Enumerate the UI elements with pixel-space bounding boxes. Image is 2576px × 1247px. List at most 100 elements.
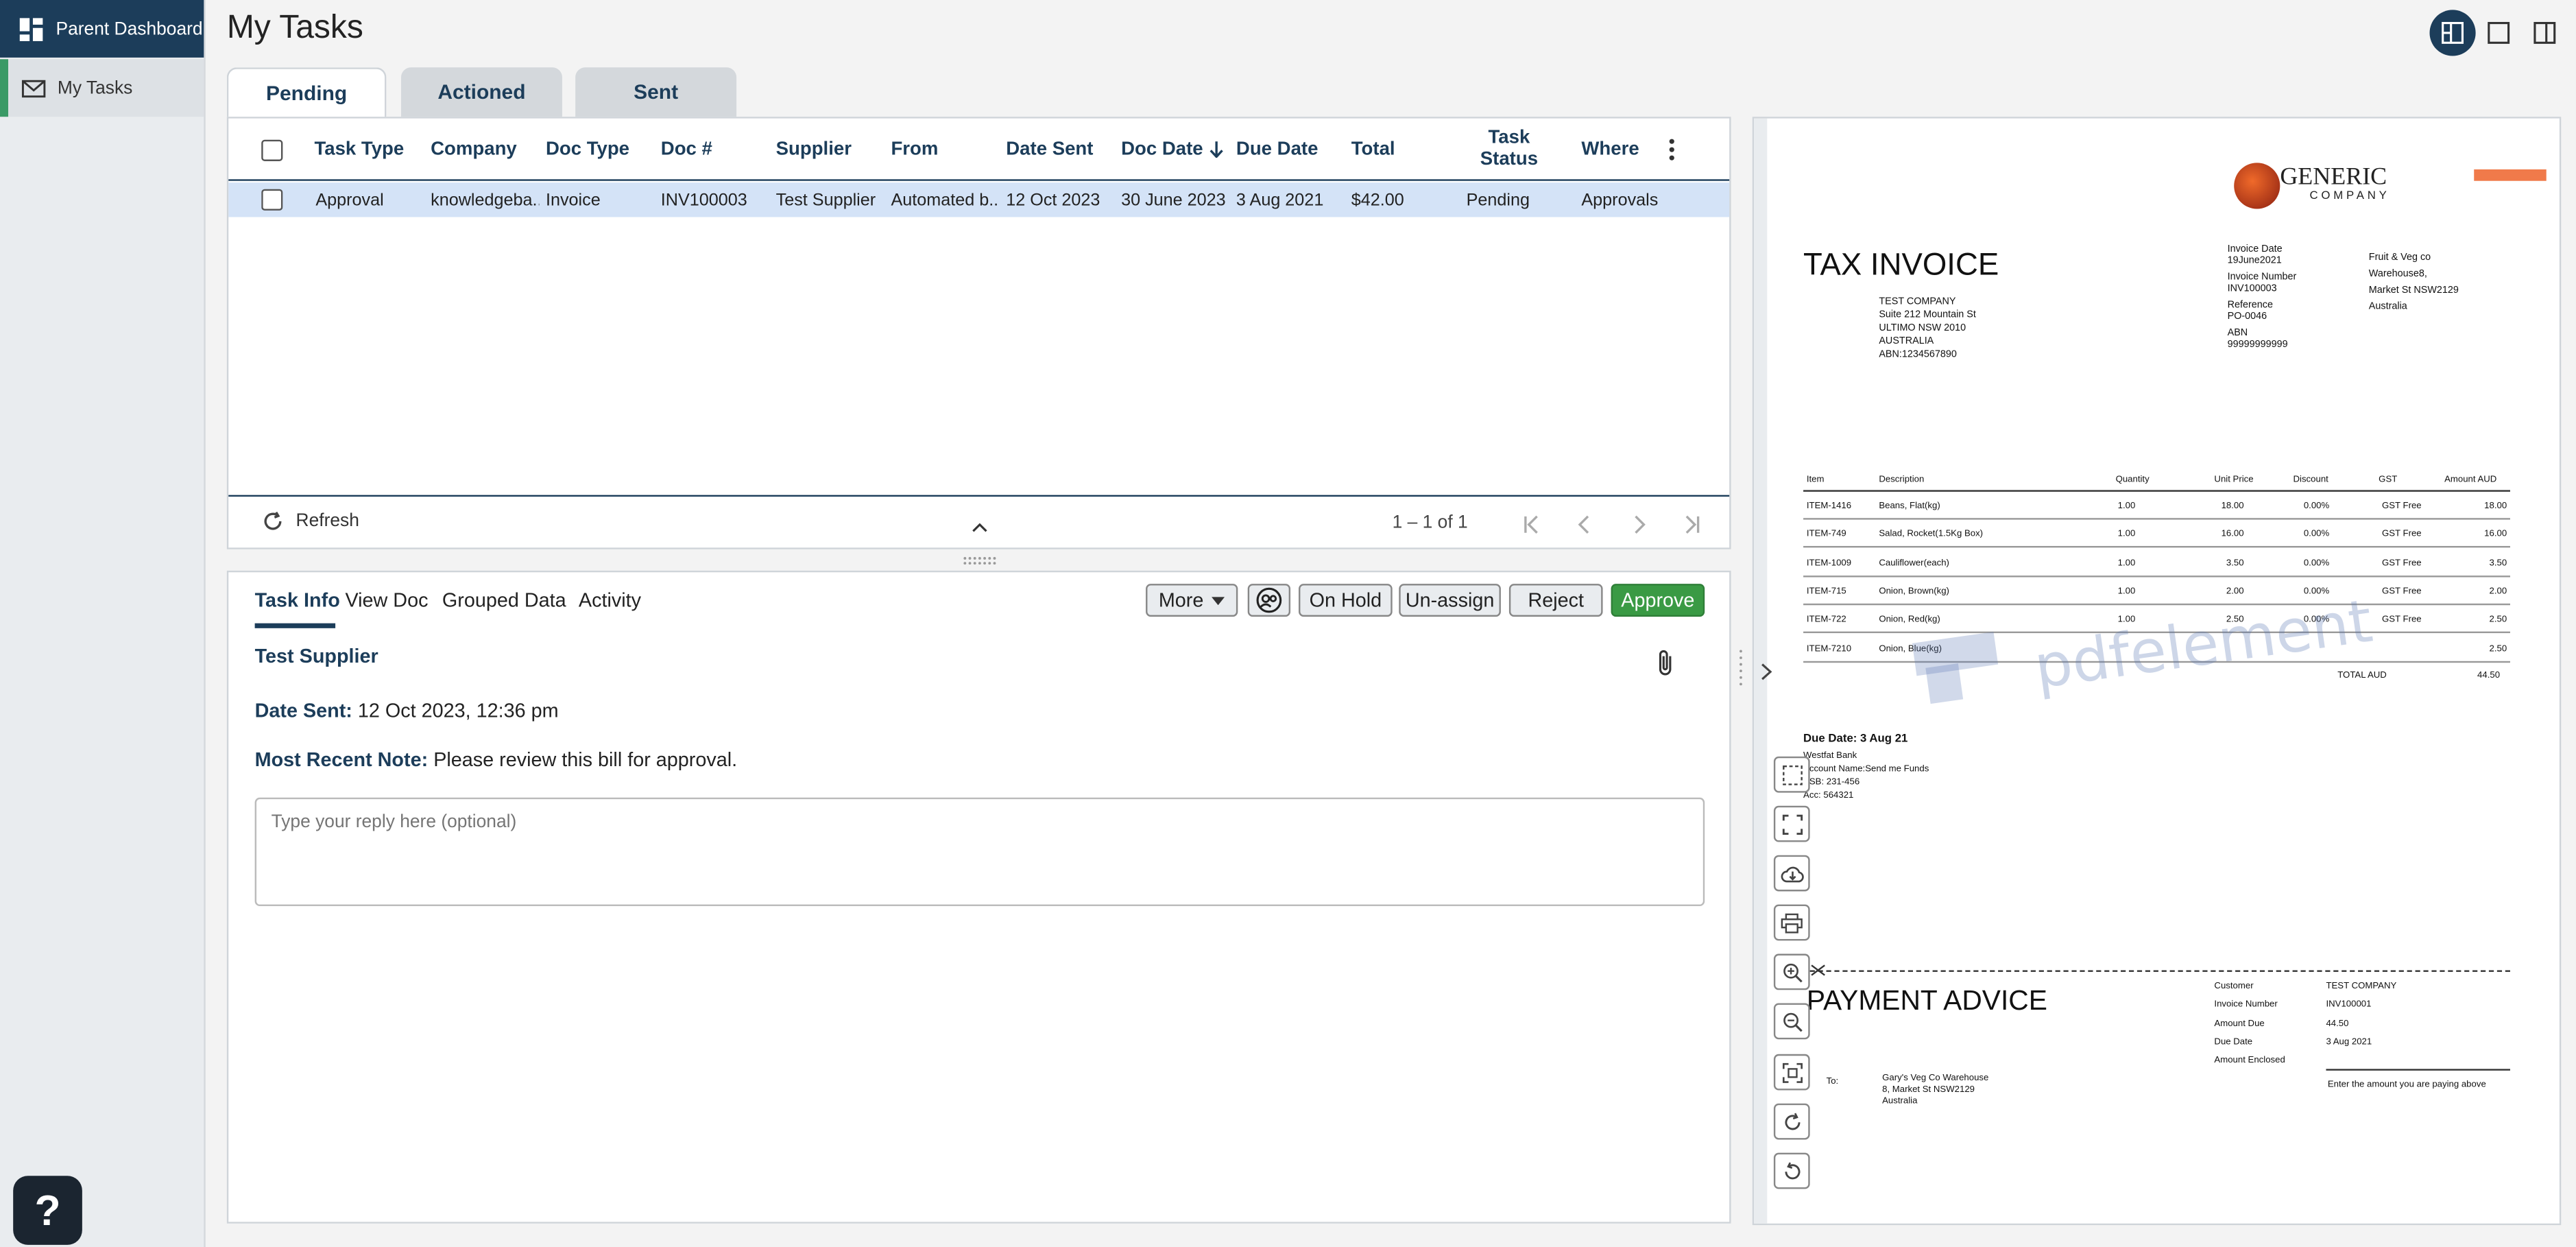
col-header-from[interactable]: From bbox=[891, 119, 938, 181]
invoice-line-amt: 16.00 bbox=[2484, 530, 2507, 541]
single-view-button[interactable] bbox=[2476, 10, 2522, 56]
last-page-button[interactable] bbox=[1678, 512, 1705, 538]
invoice-line-qty: 1.00 bbox=[2117, 530, 2136, 541]
table-row[interactable]: Approval knowledgeba... Invoice INV10000… bbox=[228, 182, 1730, 217]
invoice-number: INV100003 bbox=[2227, 284, 2277, 295]
cell-task-type: Approval bbox=[315, 189, 384, 210]
cell-doc-type: Invoice bbox=[545, 189, 601, 210]
select-all-checkbox[interactable] bbox=[261, 119, 283, 181]
prev-page-button[interactable] bbox=[1572, 512, 1598, 538]
invoice-line-item: ITEM-1009 bbox=[1806, 558, 1852, 569]
invoice-line-gst: GST Free bbox=[2381, 615, 2422, 626]
refresh-icon bbox=[264, 511, 282, 530]
col-header-total[interactable]: Total bbox=[1351, 119, 1395, 181]
advice-value: INV100001 bbox=[2326, 1000, 2372, 1010]
next-page-button[interactable] bbox=[1626, 512, 1652, 538]
tab-actioned[interactable]: Actioned bbox=[400, 67, 562, 117]
recent-note-label: Most Recent Note: bbox=[254, 748, 429, 772]
fullscreen-button[interactable] bbox=[1773, 805, 1810, 842]
invoice-line-item: ITEM-715 bbox=[1806, 586, 1846, 597]
attachment-icon[interactable] bbox=[1655, 648, 1675, 678]
more-button[interactable]: More bbox=[1146, 584, 1238, 617]
col-header-task-type[interactable]: Task Type bbox=[314, 119, 405, 181]
invoice-meta-block: Invoice Date 19June2021 Invoice Number I… bbox=[2228, 245, 2297, 352]
date-sent-line: Date Sent: 12 Oct 2023, 12:36 pm bbox=[255, 699, 559, 722]
assign-user-button[interactable] bbox=[1247, 584, 1291, 617]
col-header-doc-date[interactable]: Doc Date bbox=[1121, 119, 1223, 181]
on-hold-button[interactable]: On Hold bbox=[1299, 584, 1393, 617]
col-header-supplier[interactable]: Supplier bbox=[776, 119, 852, 181]
cell-total: $42.00 bbox=[1351, 189, 1404, 210]
col-header-due-date[interactable]: Due Date bbox=[1236, 119, 1319, 181]
document-viewer: GENERIC COMPANY TAX INVOICE TEST COMPANY… bbox=[1740, 117, 2562, 1226]
tab-grouped-data[interactable]: Grouped Data bbox=[442, 589, 566, 612]
zoom-in-button[interactable] bbox=[1773, 953, 1810, 990]
sidebar-item-parent-dashboard[interactable]: Parent Dashboard bbox=[0, 0, 204, 58]
bill-to-line: TEST COMPANY bbox=[1879, 297, 1956, 308]
help-button[interactable]: ? bbox=[13, 1176, 82, 1245]
chevron-right-icon[interactable] bbox=[1761, 663, 1772, 680]
print-button[interactable] bbox=[1773, 904, 1810, 941]
advice-label: Due Date bbox=[2214, 1037, 2253, 1047]
tab-pending[interactable]: Pending bbox=[226, 67, 387, 119]
invoice-page: GENERIC COMPANY TAX INVOICE TEST COMPANY… bbox=[1787, 135, 2553, 1187]
drag-handle-icon[interactable] bbox=[962, 556, 998, 565]
unassign-button[interactable]: Un-assign bbox=[1399, 584, 1501, 617]
first-page-button[interactable] bbox=[1519, 512, 1545, 538]
zoom-out-button[interactable] bbox=[1773, 1003, 1810, 1040]
cell-status: Pending bbox=[1466, 189, 1530, 210]
chevron-up-icon[interactable] bbox=[972, 523, 988, 532]
print-icon bbox=[1781, 912, 1803, 933]
invoice-line-gst: GST Free bbox=[2381, 586, 2422, 597]
invoice-line-desc: Cauliflower(each) bbox=[1879, 558, 1949, 569]
advice-label: Customer bbox=[2214, 982, 2254, 992]
last-page-icon bbox=[1685, 515, 1700, 534]
refresh-button[interactable]: Refresh bbox=[261, 510, 359, 533]
advice-value: 3 Aug 2021 bbox=[2326, 1037, 2372, 1047]
cell-doc-num: INV100003 bbox=[660, 189, 747, 210]
column-view-button[interactable] bbox=[2522, 10, 2568, 56]
amount-enclosed-line bbox=[2326, 1069, 2510, 1071]
col-header-where[interactable]: Where bbox=[1581, 119, 1639, 181]
col-header-company[interactable]: Company bbox=[431, 119, 517, 181]
reject-button[interactable]: Reject bbox=[1508, 584, 1603, 617]
invoice-line-disc: 0.00% bbox=[2303, 501, 2330, 512]
rotate-clockwise-icon bbox=[1784, 1112, 1800, 1130]
col-header-doc-type[interactable]: Doc Type bbox=[546, 119, 629, 181]
grid-header: Task Type Company Doc Type Doc # Supplie… bbox=[228, 119, 1730, 181]
recent-note-value: Please review this bill for approval. bbox=[433, 748, 738, 772]
invoice-line-qty: 1.00 bbox=[2117, 586, 2136, 597]
tab-sent[interactable]: Sent bbox=[575, 67, 737, 117]
tab-activity[interactable]: Activity bbox=[579, 589, 641, 612]
col-header-doc-num[interactable]: Doc # bbox=[661, 119, 712, 181]
col-header-task-status[interactable]: Task Status bbox=[1461, 119, 1556, 181]
column-menu-button[interactable] bbox=[1668, 119, 1688, 181]
col-header-date-sent[interactable]: Date Sent bbox=[1006, 119, 1093, 181]
rotate-clockwise-button[interactable] bbox=[1773, 1103, 1810, 1140]
invoice-line-price: 18.00 bbox=[2221, 501, 2244, 512]
rotate-counterclockwise-button[interactable] bbox=[1773, 1152, 1810, 1189]
invoice-line-item: ITEM-722 bbox=[1806, 615, 1846, 626]
line-items-header: Item Description Quantity Unit Price Dis… bbox=[1803, 472, 2510, 492]
advice-value: 44.50 bbox=[2326, 1019, 2349, 1029]
fit-page-button[interactable] bbox=[1773, 1054, 1810, 1091]
panel-resize-handle-icon[interactable] bbox=[1737, 648, 1744, 691]
invoice-line-item: ITEM-749 bbox=[1806, 530, 1846, 541]
mail-icon bbox=[21, 79, 46, 97]
download-button[interactable] bbox=[1773, 855, 1810, 892]
tab-view-doc[interactable]: View Doc bbox=[345, 589, 428, 612]
sidebar-item-my-tasks[interactable]: My Tasks bbox=[0, 59, 204, 117]
approve-button[interactable]: Approve bbox=[1611, 584, 1705, 617]
select-tool-button[interactable] bbox=[1773, 756, 1810, 793]
lh-desc: Description bbox=[1879, 475, 1925, 486]
row-checkbox[interactable] bbox=[261, 182, 283, 217]
tab-task-info[interactable]: Task Info bbox=[255, 589, 340, 612]
from-line: Fruit & Veg co bbox=[2368, 253, 2431, 263]
invoice-line-item: ITEM-7210 bbox=[1806, 643, 1852, 654]
column-view-icon bbox=[2533, 22, 2556, 44]
advice-row: Amount Enclosed bbox=[2214, 1056, 2510, 1073]
split-view-button[interactable] bbox=[2429, 10, 2476, 56]
invoice-line-price: 16.00 bbox=[2221, 530, 2244, 541]
reply-input[interactable] bbox=[254, 797, 1705, 907]
watermark-shape bbox=[1925, 663, 1964, 704]
